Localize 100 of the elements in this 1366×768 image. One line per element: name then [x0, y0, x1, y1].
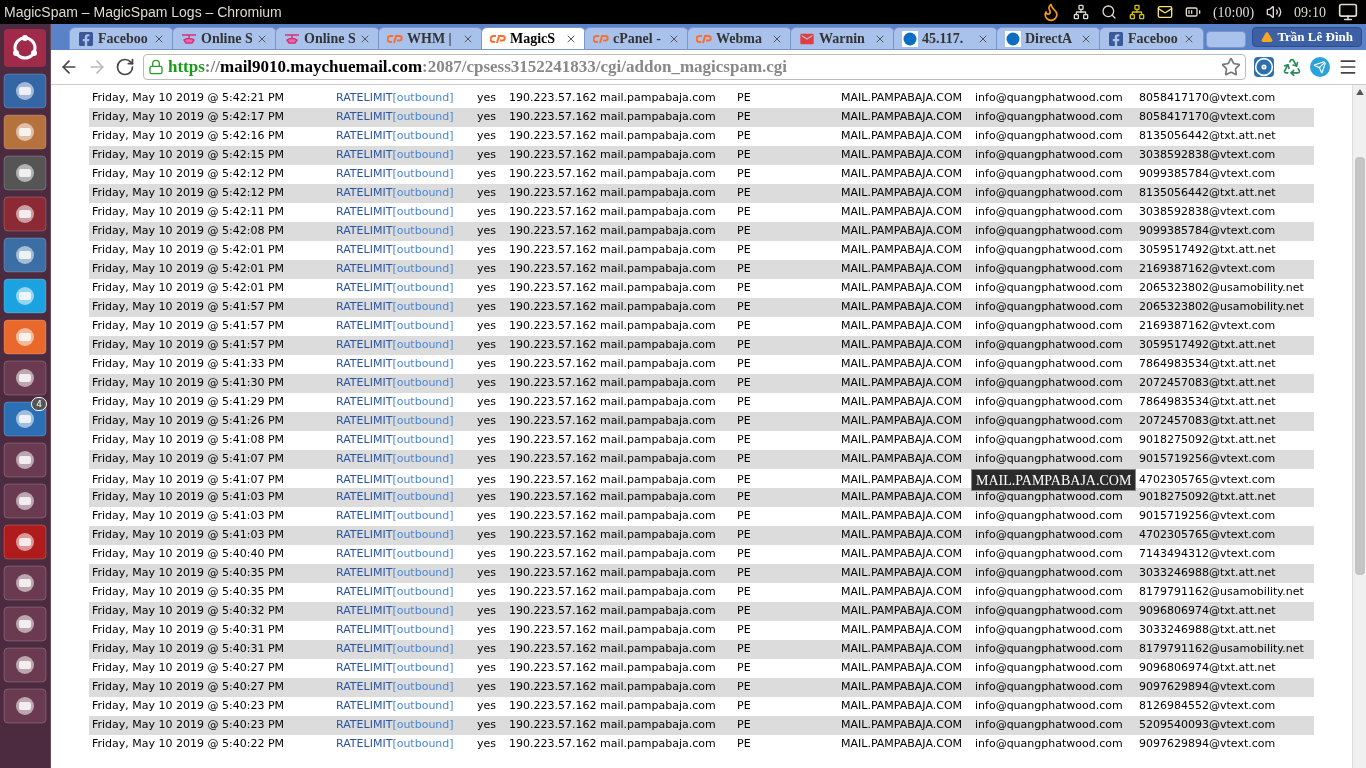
table-cell-text: 190.223.57.162 mail.pampabaja.com: [509, 204, 717, 221]
table-cell-text: Friday, May 10 2019 @ 5:41:57 PM: [92, 318, 286, 335]
volume-icon[interactable]: [1266, 4, 1283, 20]
target-icon[interactable]: [1254, 57, 1274, 77]
table-cell-text: MAIL.PAMPABAJA.COM: [841, 736, 964, 753]
table-cell-text: 9097629894@vtext.com: [1139, 736, 1277, 753]
table-cell-text: MAIL.PAMPABAJA.COM: [841, 204, 964, 221]
clock[interactable]: 09:10: [1294, 1, 1326, 23]
table-cell-text: yes: [477, 717, 497, 734]
table-cell-text: PE: [737, 90, 752, 107]
table-cell-text: 3038592838@vtext.com: [1139, 147, 1277, 164]
table-cell-text: info@quangphatwood.com: [975, 185, 1124, 202]
table-cell-text: yes: [477, 736, 497, 753]
network-icon[interactable]: [1128, 4, 1145, 20]
table-cell-text: yes: [477, 337, 497, 354]
scrollbar-thumb[interactable]: [1354, 157, 1365, 575]
browser-tab[interactable]: MagicS: [481, 27, 586, 50]
menu-icon[interactable]: [1338, 57, 1358, 77]
scrollbar[interactable]: [1352, 85, 1366, 768]
table-cell-text: yes: [477, 679, 497, 696]
table-cell-text: PE: [737, 242, 752, 259]
paper-plane-icon[interactable]: [1310, 57, 1330, 77]
rule-scope: [outbound]: [392, 566, 454, 580]
browser-tab[interactable]: Warnin: [790, 27, 895, 50]
table-cell-text: info@quangphatwood.com: [975, 204, 1124, 221]
rule-scope: [outbound]: [392, 224, 454, 238]
table-cell-text: yes: [477, 432, 497, 449]
profile-button[interactable]: Trần Lê Đình: [1252, 27, 1362, 47]
ubuntu-logo-icon[interactable]: [3, 28, 47, 68]
browser-tab[interactable]: WHM |: [378, 27, 483, 50]
rule-name: RATELIMIT: [336, 148, 393, 162]
table-cell-text: PE: [737, 660, 752, 677]
rule-name: RATELIMIT: [336, 376, 393, 390]
battery-icon[interactable]: [1184, 4, 1201, 20]
browser-tab[interactable]: Webma: [687, 27, 792, 50]
table-cell-text: 190.223.57.162 mail.pampabaja.com: [509, 736, 717, 753]
table-cell-text: MAIL.PAMPABAJA.COM: [841, 471, 964, 488]
table-cell-text: MAIL.PAMPABAJA.COM: [841, 565, 964, 582]
table-cell-text: MAIL.PAMPABAJA.COM: [841, 698, 964, 715]
table-cell-text: PE: [737, 717, 752, 734]
browser-tab[interactable]: 45.117.: [893, 27, 998, 50]
rule-scope: [outbound]: [392, 395, 454, 409]
table-cell-text: PE: [737, 584, 752, 601]
tab-title: Online S: [201, 30, 252, 48]
table-cell-text: 5209540093@vtext.com: [1139, 717, 1277, 734]
rule-scope: [outbound]: [392, 319, 454, 333]
reload-icon[interactable]: [115, 57, 135, 77]
table-cell-text: MAIL.PAMPABAJA.COM: [841, 90, 964, 107]
table-cell-text: 2072457083@txt.att.net: [1139, 413, 1277, 430]
keyboard-indicator[interactable]: (10:00): [1212, 1, 1255, 23]
table-cell-text: 2065323802@usamobility.net: [1139, 280, 1305, 297]
recycle-icon[interactable]: [1282, 57, 1302, 77]
browser-tab[interactable]: cPanel -: [584, 27, 689, 50]
rule-scope: [outbound]: [392, 433, 454, 447]
table-cell-text: 190.223.57.162 mail.pampabaja.com: [509, 394, 717, 411]
table-cell-text: 190.223.57.162 mail.pampabaja.com: [509, 546, 717, 563]
rule-scope: [outbound]: [392, 604, 454, 618]
table-cell-text: yes: [477, 641, 497, 658]
bookmark-star-icon[interactable]: [1221, 57, 1241, 77]
rule-scope: [outbound]: [392, 148, 454, 162]
rule-scope: [outbound]: [392, 509, 454, 523]
table-cell-text: MAIL.PAMPABAJA.COM: [841, 413, 964, 430]
table-cell-text: MAIL.PAMPABAJA.COM: [841, 622, 964, 639]
table-cell-text: yes: [477, 109, 497, 126]
browser-tab[interactable]: Faceboo: [69, 27, 174, 50]
table-cell-text: yes: [477, 489, 497, 506]
table-cell-text: 190.223.57.162 mail.pampabaja.com: [509, 375, 717, 392]
envelope-icon[interactable]: [1156, 4, 1173, 20]
scroll-up-icon[interactable]: [1355, 89, 1364, 95]
table-cell-text: MAIL.PAMPABAJA.COM: [841, 109, 964, 126]
table-cell-text: 190.223.57.162 mail.pampabaja.com: [509, 90, 717, 107]
table-cell-text: yes: [477, 527, 497, 544]
table-cell-text: Friday, May 10 2019 @ 5:42:12 PM: [92, 185, 286, 202]
browser-tab[interactable]: DirectA: [996, 27, 1101, 50]
table-cell-text: info@quangphatwood.com: [975, 508, 1124, 525]
rule-scope: [outbound]: [392, 547, 454, 561]
table-cell-text: 9099385784@vtext.com: [1139, 223, 1277, 240]
table-cell-text: info@quangphatwood.com: [975, 641, 1124, 658]
table-cell-text: Friday, May 10 2019 @ 5:40:32 PM: [92, 603, 286, 620]
tab-title: cPanel -: [613, 30, 662, 48]
tab-title: DirectA: [1025, 30, 1074, 48]
table-cell-text: MAIL.PAMPABAJA.COM: [841, 527, 964, 544]
search-icon[interactable]: [1100, 4, 1117, 20]
table-cell-text: info@quangphatwood.com: [975, 337, 1124, 354]
browser-tab[interactable]: Online S: [275, 27, 380, 50]
address-bar[interactable]: https://mail9010.maychuemail.com:2087/cpsess3152241833/cgi/addon_magicspam.cgi: [143, 54, 1246, 80]
network-icon[interactable]: [1072, 4, 1089, 20]
rule-name: RATELIMIT: [336, 281, 393, 295]
table-cell-text: Friday, May 10 2019 @ 5:42:11 PM: [92, 204, 286, 221]
table-cell-text: Friday, May 10 2019 @ 5:42:01 PM: [92, 261, 286, 278]
rule-name: RATELIMIT: [336, 490, 393, 504]
table-cell-text: yes: [477, 185, 497, 202]
table-cell-text: MAIL.PAMPABAJA.COM: [841, 641, 964, 658]
browser-tab[interactable]: Online S: [172, 27, 277, 50]
table-cell-text: Friday, May 10 2019 @ 5:40:31 PM: [92, 641, 286, 658]
table-cell-text: 190.223.57.162 mail.pampabaja.com: [509, 584, 717, 601]
table-cell-text: 9015719256@vtext.com: [1139, 508, 1277, 525]
browser-tab[interactable]: Faceboo: [1099, 27, 1204, 50]
table-cell-text: 2065323802@usamobility.net: [1139, 299, 1305, 316]
table-cell-text: PE: [737, 565, 752, 582]
